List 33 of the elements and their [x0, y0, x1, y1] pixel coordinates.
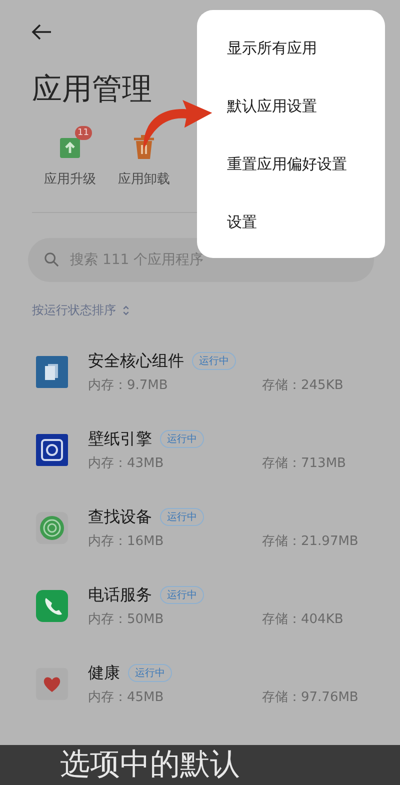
- action-label[interactable]: 应用升级: [44, 170, 96, 188]
- memory-usage: 内存：43MB: [88, 454, 164, 472]
- status-badge: 运行中: [160, 586, 204, 604]
- action-label[interactable]: 应用卸载: [118, 170, 170, 188]
- memory-usage: 内存：50MB: [88, 610, 164, 628]
- app-name: 壁纸引擎: [88, 428, 152, 450]
- app-name: 电话服务: [88, 584, 152, 606]
- storage-usage: 存储：97.76MB: [262, 688, 360, 706]
- storage-usage: 存储：713MB: [262, 454, 347, 472]
- app-icon[interactable]: [36, 356, 68, 388]
- page-title: 应用管理: [32, 72, 152, 108]
- count-badge: 11: [74, 126, 92, 140]
- storage-usage: 存储：245KB: [262, 376, 344, 394]
- upgrade-icon[interactable]: [58, 136, 82, 160]
- storage-usage: 存储：21.97MB: [262, 532, 360, 550]
- memory-usage: 内存：16MB: [88, 532, 164, 550]
- app-icon[interactable]: [36, 434, 68, 466]
- menu-item[interactable]: 重置应用偏好设置: [227, 140, 385, 198]
- app-name: 健康: [88, 662, 120, 684]
- subtitle-caption: 选项中的默认: [0, 745, 400, 785]
- memory-usage: 内存：45MB: [88, 688, 164, 706]
- memory-usage: 内存：9.7MB: [88, 376, 168, 394]
- menu-item[interactable]: 显示所有应用: [227, 24, 385, 82]
- menu-item[interactable]: 默认应用设置: [227, 82, 385, 140]
- status-badge: 运行中: [160, 508, 204, 526]
- search-icon: [44, 252, 59, 267]
- status-badge: 运行中: [128, 664, 172, 682]
- status-badge: 运行中: [160, 430, 204, 448]
- app-name: 安全核心组件: [88, 350, 184, 372]
- app-name: 查找设备: [88, 506, 152, 528]
- sort-icon[interactable]: [122, 305, 130, 316]
- status-badge: 运行中: [192, 352, 236, 370]
- storage-usage: 存储：404KB: [262, 610, 344, 628]
